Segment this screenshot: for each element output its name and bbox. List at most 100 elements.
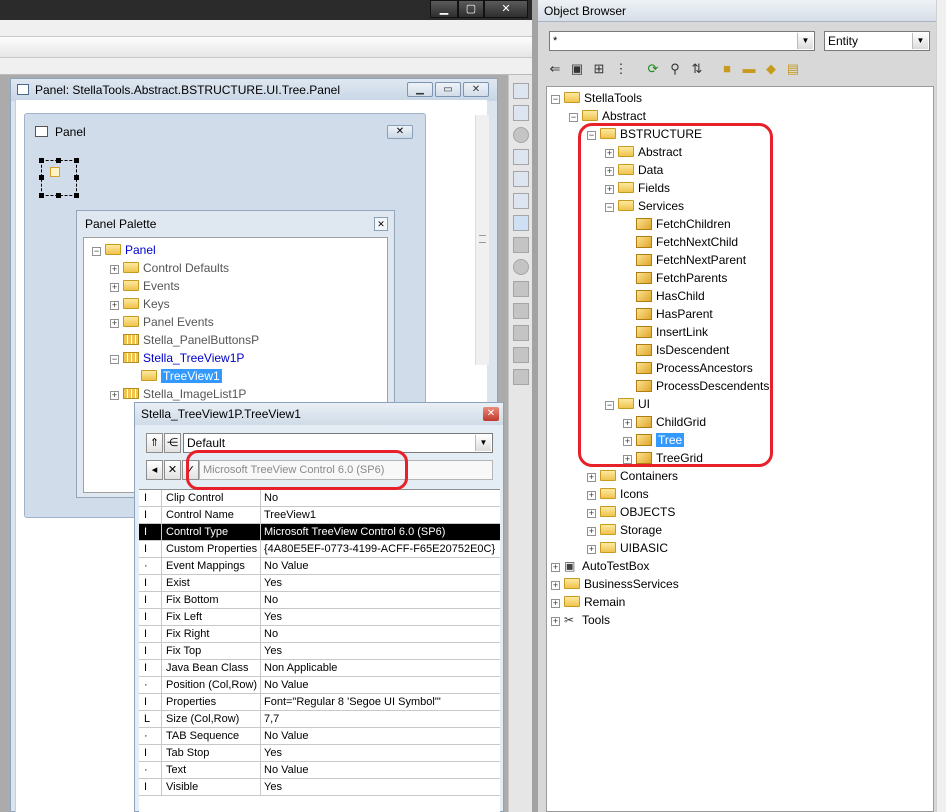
palette-item-control-defaults[interactable]: + Control Defaults: [110, 259, 229, 277]
tree-node-remain[interactable]: + Remain: [551, 593, 625, 611]
expand-icon[interactable]: +: [587, 527, 596, 536]
panel-restore-button[interactable]: ▭: [435, 82, 461, 97]
palette-item-panelbuttons[interactable]: Stella_PanelButtonsP: [123, 331, 259, 349]
tool-icon[interactable]: [513, 127, 529, 143]
properties-titlebar[interactable]: Stella_TreeView1P.TreeView1 ✕: [135, 403, 503, 425]
tree-node-uibasic[interactable]: + UIBASIC: [587, 539, 668, 557]
property-row[interactable]: L Size (Col,Row) 7,7: [139, 711, 500, 728]
selected-control[interactable]: [39, 158, 79, 198]
property-value[interactable]: Yes: [264, 609, 498, 625]
property-value[interactable]: TreeView1: [264, 507, 498, 523]
property-row[interactable]: I Control Type Microsoft TreeView Control …: [139, 524, 500, 541]
tool-icon[interactable]: [513, 325, 529, 341]
property-row[interactable]: I Java Bean Class Non Applicable: [139, 660, 500, 677]
sort-icon[interactable]: ⇅: [688, 60, 706, 78]
property-row[interactable]: · TAB Sequence No Value: [139, 728, 500, 745]
object-browser-scrollbar[interactable]: [936, 0, 946, 812]
minimize-button[interactable]: ▁: [430, 0, 458, 18]
tree-node-storage[interactable]: + Storage: [587, 521, 662, 539]
property-value[interactable]: Yes: [264, 643, 498, 659]
form-close-button[interactable]: ✕: [387, 125, 413, 139]
property-row[interactable]: I Control Name TreeView1: [139, 507, 500, 524]
property-row[interactable]: I Properties Font="Regular 8 'Segoe UI Sym…: [139, 694, 500, 711]
refresh-icon[interactable]: ⟳: [644, 60, 662, 78]
tool-icon[interactable]: [513, 171, 529, 187]
palette-item-panel[interactable]: − Panel: [92, 241, 156, 259]
chevron-down-icon[interactable]: ▼: [797, 33, 813, 49]
tool-icon[interactable]: [513, 83, 529, 99]
tool-icon[interactable]: [513, 347, 529, 363]
palette-item-panel-events[interactable]: + Panel Events: [110, 313, 214, 331]
property-value[interactable]: Microsoft TreeView Control 6.0 (SP6): [264, 524, 498, 540]
filter-combo[interactable]: * ▼: [549, 31, 815, 51]
property-value[interactable]: Yes: [264, 779, 498, 795]
properties-close-button[interactable]: ✕: [483, 407, 499, 421]
property-row[interactable]: I Fix Bottom No: [139, 592, 500, 609]
property-value[interactable]: No Value: [264, 677, 498, 693]
tool-icon[interactable]: [513, 259, 529, 275]
palette-item-events[interactable]: + Events: [110, 277, 180, 295]
property-value[interactable]: Non Applicable: [264, 660, 498, 676]
chevron-down-icon[interactable]: ▼: [912, 33, 928, 49]
palette-close-button[interactable]: ✕: [374, 217, 388, 231]
tree-node-tools[interactable]: + ✂ Tools: [551, 611, 610, 629]
palette-item-treeview-p[interactable]: − Stella_TreeView1P: [110, 349, 244, 367]
panel-vertical-scrollbar[interactable]: [475, 115, 489, 365]
expand-icon[interactable]: +: [551, 599, 560, 608]
open-icon[interactable]: ▣: [568, 60, 586, 78]
back-icon[interactable]: ⇐: [546, 60, 564, 78]
panel-close-button[interactable]: ✕: [463, 82, 489, 97]
entity-select[interactable]: Entity ▼: [824, 31, 930, 51]
tool-icon[interactable]: [513, 303, 529, 319]
event-icon[interactable]: ◆: [762, 60, 780, 78]
collapse-icon[interactable]: −: [551, 95, 560, 104]
expand-icon[interactable]: +: [587, 545, 596, 554]
expand-icon[interactable]: +: [587, 473, 596, 482]
property-value[interactable]: No Value: [264, 762, 498, 778]
collapse-icon[interactable]: −: [569, 113, 578, 122]
up-level-icon[interactable]: ⇑: [146, 433, 163, 453]
property-row[interactable]: · Text No Value: [139, 762, 500, 779]
property-value[interactable]: 7,7: [264, 711, 498, 727]
property-row[interactable]: · Event Mappings No Value: [139, 558, 500, 575]
panel-minimize-button[interactable]: ▁: [407, 82, 433, 97]
tool-icon[interactable]: [513, 237, 529, 253]
property-row[interactable]: · Position (Col,Row) No Value: [139, 677, 500, 694]
maximize-button[interactable]: ▢: [458, 0, 484, 18]
tree-node-containers[interactable]: + Containers: [587, 467, 678, 485]
tree-node-icons[interactable]: + Icons: [587, 485, 649, 503]
tool-icon[interactable]: [513, 215, 529, 231]
property-value[interactable]: No Value: [264, 558, 498, 574]
tree-view-icon[interactable]: ⋲: [164, 433, 181, 453]
property-icon[interactable]: ▤: [784, 60, 802, 78]
find-icon[interactable]: ⚲: [666, 60, 684, 78]
property-row[interactable]: I Visible Yes: [139, 779, 500, 796]
network-icon[interactable]: ⋮: [612, 60, 630, 78]
tool-icon[interactable]: [513, 149, 529, 165]
property-row[interactable]: I Exist Yes: [139, 575, 500, 592]
object-browser-titlebar[interactable]: Object Browser: [538, 0, 946, 22]
property-row[interactable]: I Fix Top Yes: [139, 643, 500, 660]
property-value[interactable]: No Value: [264, 728, 498, 744]
property-value[interactable]: No: [264, 626, 498, 642]
property-row[interactable]: I Fix Left Yes: [139, 609, 500, 626]
palette-item-treeview1[interactable]: TreeView1: [141, 367, 222, 385]
tree-node-autotestbox[interactable]: + ▣ AutoTestBox: [551, 557, 649, 575]
palette-item-keys[interactable]: + Keys: [110, 295, 170, 313]
property-row[interactable]: I Fix Right No: [139, 626, 500, 643]
panel-window-titlebar[interactable]: Panel: StellaTools.Abstract.BSTRUCTURE.U…: [11, 79, 497, 101]
expand-icon[interactable]: +: [587, 491, 596, 500]
property-row[interactable]: I Custom Properties {4A80E5EF-0773-4199-AC…: [139, 541, 500, 558]
property-value[interactable]: Yes: [264, 745, 498, 761]
expand-icon[interactable]: +: [551, 617, 560, 626]
tool-icon[interactable]: [513, 369, 529, 385]
tool-icon[interactable]: [513, 193, 529, 209]
hierarchy-icon[interactable]: ⊞: [590, 60, 608, 78]
cancel-icon[interactable]: ✕: [164, 460, 181, 480]
class-icon[interactable]: ■: [718, 60, 736, 78]
expand-icon[interactable]: +: [551, 563, 560, 572]
expand-icon[interactable]: +: [551, 581, 560, 590]
property-value[interactable]: Yes: [264, 575, 498, 591]
palette-item-imagelist[interactable]: + Stella_ImageList1P: [110, 385, 246, 403]
property-row[interactable]: I Tab Stop Yes: [139, 745, 500, 762]
